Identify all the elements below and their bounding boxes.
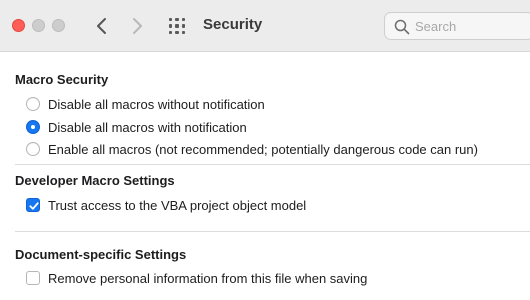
radio-label: Disable all macros with notification	[48, 119, 247, 135]
minimize-button[interactable]	[32, 19, 45, 32]
forward-button[interactable]	[127, 15, 147, 37]
remove-personal-info-option[interactable]: Remove personal information from this fi…	[26, 269, 367, 287]
toolbar: Security	[0, 0, 530, 52]
radio-option-disable-with-notification[interactable]: Disable all macros with notification	[26, 118, 247, 136]
checkbox[interactable]	[26, 271, 40, 285]
radio-button[interactable]	[26, 142, 40, 156]
chevron-right-icon	[133, 18, 142, 34]
close-button[interactable]	[12, 19, 25, 32]
zoom-button[interactable]	[52, 19, 65, 32]
window-title: Security	[203, 16, 263, 33]
radio-option-enable-all[interactable]: Enable all macros (not recommended; pote…	[26, 140, 478, 158]
trust-vba-access-option[interactable]: Trust access to the VBA project object m…	[26, 196, 306, 214]
show-all-button[interactable]	[168, 17, 186, 35]
radio-label: Enable all macros (not recommended; pote…	[48, 141, 478, 157]
search-icon	[394, 19, 410, 35]
search-input[interactable]	[415, 17, 527, 35]
chevron-left-icon	[97, 18, 106, 34]
checkbox-checked[interactable]	[26, 198, 40, 212]
grid-icon	[168, 17, 186, 35]
checkbox-label: Trust access to the VBA project object m…	[48, 197, 307, 213]
radio-option-disable-without-notification[interactable]: Disable all macros without notification	[26, 95, 265, 113]
radio-button-selected[interactable]	[26, 120, 40, 134]
security-window: Security Macro Security Disable all macr…	[0, 0, 530, 300]
radio-label: Disable all macros without notification	[48, 96, 265, 112]
document-specific-settings-heading: Document-specific Settings	[15, 247, 187, 262]
search-field[interactable]	[384, 12, 530, 40]
section-divider	[15, 231, 530, 232]
checkmark-icon	[29, 202, 39, 210]
checkbox-label: Remove personal information from this fi…	[48, 270, 368, 286]
developer-macro-settings-heading: Developer Macro Settings	[15, 173, 175, 188]
section-divider	[15, 164, 530, 165]
back-button[interactable]	[92, 15, 112, 37]
macro-security-heading: Macro Security	[15, 72, 109, 87]
radio-button[interactable]	[26, 97, 40, 111]
